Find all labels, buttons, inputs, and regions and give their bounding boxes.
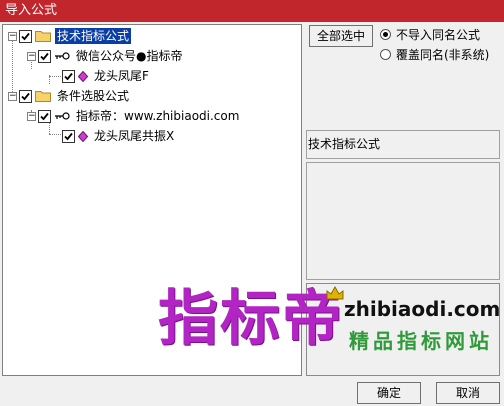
tree-node-label: 微信公众号●指标帝 — [76, 49, 183, 63]
checkbox[interactable] — [19, 89, 32, 103]
tree-node-label: 龙头凤尾F — [94, 69, 149, 83]
select-all-button[interactable]: 全部选中 — [309, 25, 373, 47]
ok-button[interactable]: 确定 — [357, 382, 421, 404]
tree-line — [49, 76, 61, 77]
collapse-icon[interactable]: − — [27, 51, 36, 61]
checkbox[interactable] — [19, 29, 32, 43]
tree-node-formula[interactable]: 龙头凤尾F — [62, 67, 151, 85]
tree-node-label: 条件选股公式 — [57, 89, 130, 103]
checkbox[interactable] — [38, 49, 51, 63]
checkbox[interactable] — [62, 69, 75, 83]
radio-button[interactable] — [380, 49, 391, 60]
watermark-url: zhibiaodi.com — [344, 297, 501, 321]
collapse-icon[interactable]: − — [8, 91, 17, 101]
radio-label: 不导入同名公式 — [396, 28, 481, 42]
folder-icon — [35, 31, 51, 42]
tree-node-formula[interactable]: 龙头凤尾共振X — [62, 127, 176, 145]
key-icon — [55, 112, 70, 120]
watermark-subtitle: 精品指标网站 — [349, 329, 493, 353]
radio-label: 覆盖同名(非系统) — [396, 48, 490, 62]
description-panel — [306, 162, 500, 280]
tree-node-label: 指标帝：www.zhibiaodi.com — [76, 109, 240, 123]
tree-node-label: 龙头凤尾共振X — [94, 129, 175, 143]
formula-type-label: 技术指标公式 — [308, 137, 381, 151]
key-icon — [55, 52, 70, 60]
folder-icon — [35, 91, 51, 102]
tree-node-tech-formulas[interactable]: − 技术指标公式 — [8, 27, 132, 45]
title-bar: 导入公式 — [0, 0, 504, 22]
watermark-title: 指标帝 — [158, 284, 344, 354]
tree-node-stock-picking[interactable]: − 条件选股公式 — [8, 87, 131, 105]
radio-overwrite[interactable]: 覆盖同名(非系统) — [380, 46, 489, 63]
formula-type-panel: 技术指标公式 — [306, 130, 500, 159]
checkbox[interactable] — [38, 109, 51, 123]
checkbox[interactable] — [62, 129, 75, 143]
radio-skip-duplicates[interactable]: 不导入同名公式 — [380, 26, 480, 43]
window-title: 导入公式 — [5, 3, 58, 18]
formula-icon — [78, 70, 88, 82]
tree-node-wechat[interactable]: − 微信公众号●指标帝 — [27, 47, 184, 65]
radio-button[interactable] — [380, 29, 391, 40]
tree-node-zhibiaodi[interactable]: − 指标帝：www.zhibiaodi.com — [27, 107, 241, 125]
cancel-button[interactable]: 取消 — [436, 382, 500, 404]
collapse-icon[interactable]: − — [8, 31, 17, 41]
tree-node-label: 技术指标公式 — [55, 28, 132, 44]
tree-line — [49, 134, 61, 135]
collapse-icon[interactable]: − — [27, 111, 36, 121]
formula-icon — [78, 130, 88, 142]
crown-icon — [326, 286, 344, 300]
